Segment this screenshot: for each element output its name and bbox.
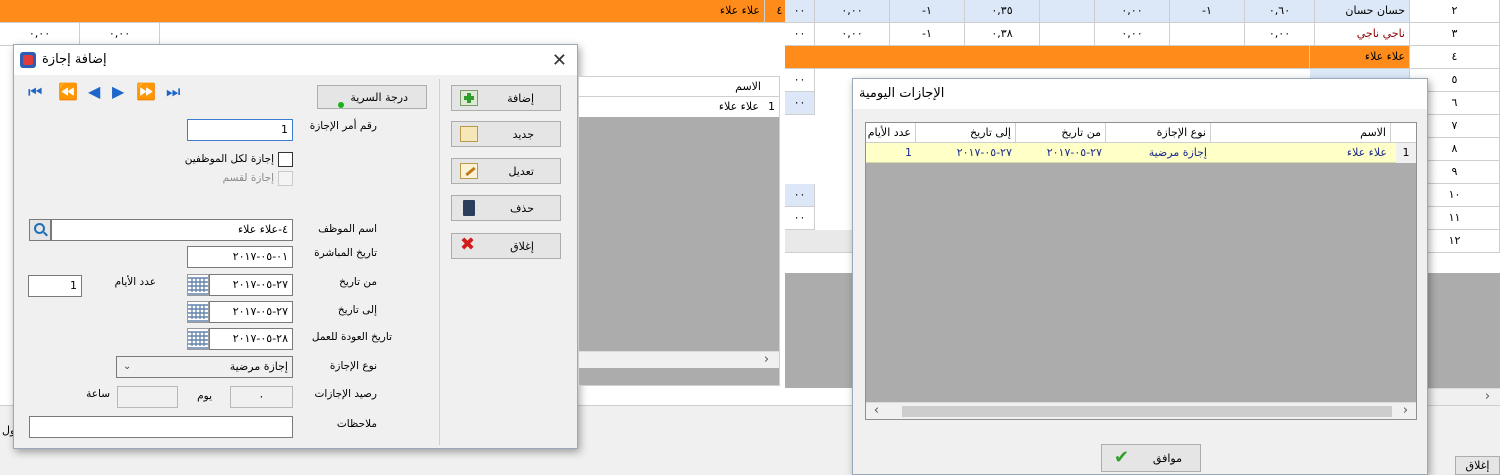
- names-grid-scrollbar[interactable]: ›: [579, 351, 779, 368]
- from-date-input[interactable]: ٢٧-٠٥-٢٠١٧: [209, 274, 293, 296]
- trash-icon: [463, 200, 475, 216]
- close-icon[interactable]: ✕: [552, 50, 567, 71]
- dialog-titlebar[interactable]: الإجازات اليومية: [853, 79, 1427, 109]
- prev-page-icon[interactable]: ⏪: [58, 82, 78, 101]
- add-button[interactable]: إضافة: [451, 85, 561, 111]
- dialog-title: إضافة إجازة: [42, 52, 107, 67]
- start-date-label: تاريخ المباشرة: [314, 247, 377, 259]
- add-leave-dialog: إضافة إجازة ✕ ⏮ ⏪ ◀ ▶ ⏩ ⏭ درجة السرية رق…: [13, 44, 578, 449]
- status-dot-icon: [338, 102, 344, 108]
- daily-leaves-dialog: الإجازات اليومية عدد الأيام إلى تاريخ من…: [852, 78, 1428, 475]
- all-employees-checkbox[interactable]: [278, 152, 293, 167]
- all-employees-label: إجازة لكل الموظفين: [184, 153, 274, 165]
- to-date-input[interactable]: ٢٧-٠٥-٢٠١٧: [209, 301, 293, 323]
- balance-label: رصيد الإجازات: [314, 388, 377, 400]
- days-count-input[interactable]: 1: [28, 275, 82, 297]
- chevron-left-icon[interactable]: ‹: [868, 403, 885, 420]
- dialog-titlebar[interactable]: إضافة إجازة ✕: [14, 45, 577, 75]
- employee-name-input[interactable]: ٤-علاء علاء: [51, 219, 293, 241]
- background-close-button[interactable]: إغلاق: [1455, 456, 1500, 475]
- add-icon: [460, 90, 478, 106]
- hour-label: ساعة: [86, 388, 110, 400]
- employee-name: ناجي ناجي: [1315, 23, 1410, 46]
- leave-type-select[interactable]: إجازة مرضية ⌄: [116, 356, 293, 378]
- employee-name: علاء علاء: [1310, 46, 1410, 69]
- secrecy-level-button[interactable]: درجة السرية: [317, 85, 427, 109]
- table-row[interactable]: ٠,٠٠ ٠,٠٠ ٠٠ ٠,٠٠ -١ ٠,٣٨ ٠,٠٠ ٠,٠٠ ناجي…: [0, 23, 1500, 46]
- app-icon: [20, 52, 36, 68]
- employee-name: حسان حسان: [1315, 0, 1410, 23]
- new-icon: [460, 126, 478, 142]
- edit-button[interactable]: تعديل: [451, 158, 561, 184]
- chevron-right-icon[interactable]: ›: [1479, 389, 1496, 406]
- days-count-label: عدد الأيام: [114, 276, 156, 288]
- background-scrollbar[interactable]: ›: [1420, 388, 1500, 405]
- close-button[interactable]: إغلاق ✖: [451, 233, 561, 259]
- daily-grid-scrollbar[interactable]: ‹ ›: [866, 402, 1416, 419]
- close-red-icon: ✖: [460, 234, 476, 255]
- leave-type-label: نوع الإجازة: [329, 360, 377, 372]
- new-button[interactable]: جديد: [451, 121, 561, 147]
- to-date-label: إلى تاريخ: [337, 304, 377, 316]
- checkmark-icon: ✔: [1114, 447, 1130, 468]
- return-date-input[interactable]: ٢٨-٠٥-٢٠١٧: [209, 328, 293, 350]
- cell-row-no: 1: [1396, 143, 1416, 163]
- cell-to-date: ٢٧-٠٥-٢٠١٧: [956, 146, 1012, 159]
- cell-leave-type: إجازة مرضية: [1148, 146, 1207, 159]
- last-record-icon[interactable]: ⏭: [166, 82, 180, 102]
- department-checkbox[interactable]: [278, 171, 293, 186]
- column-header-to-date: إلى تاريخ: [916, 123, 1016, 143]
- chevron-down-icon: ⌄: [123, 361, 132, 372]
- column-header-from-date: من تاريخ: [1016, 123, 1106, 143]
- delete-button[interactable]: حذف: [451, 195, 561, 221]
- dialog-title: الإجازات اليومية: [859, 86, 945, 101]
- day-balance-input: ٠: [230, 386, 293, 408]
- names-grid: الاسم علاء علاء 1 ›: [578, 76, 780, 386]
- from-date-label: من تاريخ: [339, 276, 377, 288]
- to-date-calendar-icon[interactable]: [187, 301, 209, 323]
- prev-record-icon[interactable]: ◀: [88, 82, 100, 101]
- order-no-label: رقم أمر الإجازة: [309, 120, 377, 132]
- return-date-calendar-icon[interactable]: [187, 328, 209, 350]
- table-row-selected[interactable]: 1 ٢٧-٠٥-٢٠١٧ ٢٧-٠٥-٢٠١٧ إجازة مرضية علاء…: [866, 143, 1416, 163]
- order-no-input[interactable]: 1: [187, 119, 293, 141]
- daily-leaves-grid: عدد الأيام إلى تاريخ من تاريخ نوع الإجاز…: [865, 122, 1417, 420]
- column-header-name: الاسم: [1211, 123, 1391, 143]
- department-label: إجازة لقسم: [222, 172, 274, 184]
- table-row[interactable]: علاء علاء ٤ ٠٠ ٠,٠٠ -١ ٠,٣٥ ٠,٠٠ -١ ٠,٦٠…: [0, 0, 1500, 23]
- return-date-label: تاريخ العودة للعمل: [311, 331, 392, 343]
- cell-days: 1: [905, 146, 912, 159]
- table-row[interactable]: علاء علاء 1: [579, 97, 779, 117]
- vertical-divider: [439, 79, 440, 445]
- cell-from-date: ٢٧-٠٥-٢٠١٧: [1046, 146, 1102, 159]
- notes-input[interactable]: [29, 416, 293, 438]
- ok-button[interactable]: موافق ✔: [1101, 444, 1201, 472]
- chevron-right-icon[interactable]: ›: [758, 352, 775, 369]
- start-date-input[interactable]: ٠١-٠٥-٢٠١٧: [187, 246, 293, 268]
- column-header-name: الاسم: [735, 80, 761, 93]
- row-name: علاء علاء: [690, 0, 765, 23]
- cell-name: علاء علاء: [1346, 146, 1387, 159]
- from-date-calendar-icon[interactable]: [187, 274, 209, 296]
- column-header-leave-type: نوع الإجازة: [1106, 123, 1211, 143]
- employee-search-button[interactable]: [29, 219, 51, 241]
- hour-balance-input: [117, 386, 178, 408]
- next-record-icon[interactable]: ▶: [112, 82, 124, 101]
- employee-name-label: اسم الموظف: [318, 223, 377, 235]
- chevron-right-icon[interactable]: ›: [1397, 403, 1414, 420]
- day-label: يوم: [197, 390, 212, 402]
- scrollbar-thumb[interactable]: [902, 406, 1392, 417]
- next-page-icon[interactable]: ⏩: [136, 82, 156, 101]
- notes-label: ملاحظات: [336, 418, 377, 430]
- edit-icon: [460, 163, 478, 179]
- column-header-days: عدد الأيام: [866, 123, 916, 143]
- first-record-icon[interactable]: ⏮: [28, 82, 42, 102]
